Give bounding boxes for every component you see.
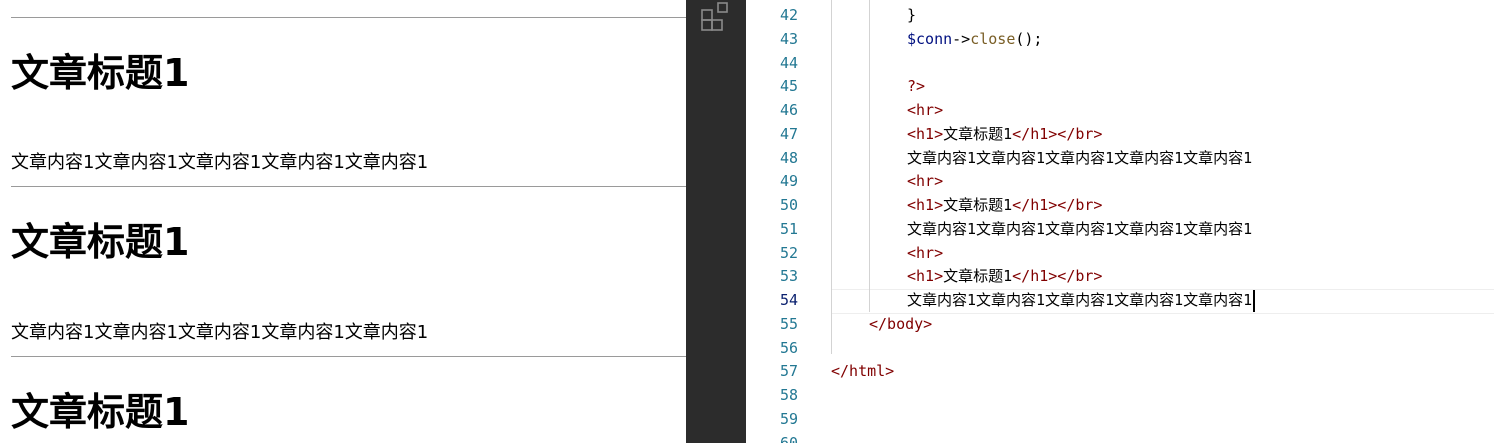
html-tag: <h1>	[907, 267, 944, 285]
horizontal-rule	[11, 356, 686, 357]
code-operator: ->	[952, 30, 971, 48]
line-number: 45	[779, 77, 798, 95]
article-title: 文章标题1	[11, 220, 190, 264]
code-brace: }	[907, 6, 917, 24]
html-tag: <hr>	[907, 244, 944, 262]
code-line: <h1>文章标题1</h1></br>	[907, 122, 1102, 146]
article-title: 文章标题1	[11, 390, 190, 434]
code-line: </html>	[831, 359, 894, 383]
html-tag: <hr>	[907, 101, 944, 119]
line-number: 46	[779, 101, 798, 119]
line-number: 51	[779, 220, 798, 238]
html-tag: </h1></br>	[1012, 125, 1103, 143]
article-body: 文章内容1文章内容1文章内容1文章内容1文章内容1	[11, 152, 429, 173]
line-number: 50	[779, 196, 798, 214]
code-line: <hr>	[907, 169, 943, 193]
line-number: 44	[779, 54, 798, 72]
horizontal-rule	[11, 17, 686, 18]
code-punctuation: ();	[1015, 30, 1043, 48]
line-number: 60	[779, 434, 798, 443]
html-tag: <h1>	[907, 125, 944, 143]
line-number: 58	[779, 386, 798, 404]
browser-preview: 文章标题1 文章内容1文章内容1文章内容1文章内容1文章内容1 文章标题1 文章…	[0, 0, 686, 443]
html-tag: </h1></br>	[1012, 196, 1103, 214]
html-tag: </html>	[831, 362, 895, 380]
line-number: 48	[779, 149, 798, 167]
code-line: }	[907, 3, 916, 27]
code-line: <hr>	[907, 241, 943, 265]
indent-guide	[869, 0, 870, 312]
html-tag: </h1></br>	[1012, 267, 1103, 285]
activity-bar	[686, 0, 746, 443]
code-line: <hr>	[907, 98, 943, 122]
code-text-content: 文章内容1文章内容1文章内容1文章内容1文章内容1	[907, 149, 1253, 167]
code-text-content: 文章标题1	[943, 267, 1013, 285]
html-tag: <h1>	[907, 196, 944, 214]
code-editor[interactable]: 42 43 44 45 46 47 48 49 50 51 52 53 54 5…	[746, 0, 1494, 443]
extensions-icon[interactable]	[698, 0, 734, 36]
line-number: 59	[779, 410, 798, 428]
line-number: 55	[779, 315, 798, 333]
code-line: <h1>文章标题1</h1></br>	[907, 264, 1102, 288]
html-tag: <hr>	[907, 172, 944, 190]
code-line: <h1>文章标题1</h1></br>	[907, 193, 1102, 217]
line-number: 42	[779, 6, 798, 24]
article-body: 文章内容1文章内容1文章内容1文章内容1文章内容1	[11, 322, 429, 343]
html-tag: </body>	[869, 315, 933, 333]
code-function: close	[970, 30, 1016, 48]
horizontal-rule	[11, 186, 686, 187]
text-cursor	[1253, 290, 1256, 312]
code-line: </body>	[869, 312, 932, 336]
code-line: 文章内容1文章内容1文章内容1文章内容1文章内容1	[907, 217, 1252, 241]
indent-guide	[831, 0, 832, 354]
code-text-content: 文章标题1	[943, 196, 1013, 214]
code-text-content: 文章标题1	[943, 125, 1013, 143]
code-text-content: 文章内容1文章内容1文章内容1文章内容1文章内容1	[907, 291, 1253, 309]
line-number-active: 54	[779, 291, 798, 309]
code-text-content: 文章内容1文章内容1文章内容1文章内容1文章内容1	[907, 220, 1253, 238]
php-close-tag: ?>	[907, 77, 926, 95]
code-line: $conn->close();	[907, 27, 1042, 51]
code-line: 文章内容1文章内容1文章内容1文章内容1文章内容1	[907, 146, 1252, 170]
line-number: 47	[779, 125, 798, 143]
line-number: 57	[779, 362, 798, 380]
line-number: 52	[779, 244, 798, 262]
code-line: 文章内容1文章内容1文章内容1文章内容1文章内容1	[907, 288, 1252, 312]
line-number: 53	[779, 267, 798, 285]
code-line: ?>	[907, 74, 925, 98]
line-number: 43	[779, 30, 798, 48]
line-number: 49	[779, 172, 798, 190]
line-number: 56	[779, 339, 798, 357]
code-variable: $conn	[907, 30, 953, 48]
article-title: 文章标题1	[11, 51, 190, 95]
